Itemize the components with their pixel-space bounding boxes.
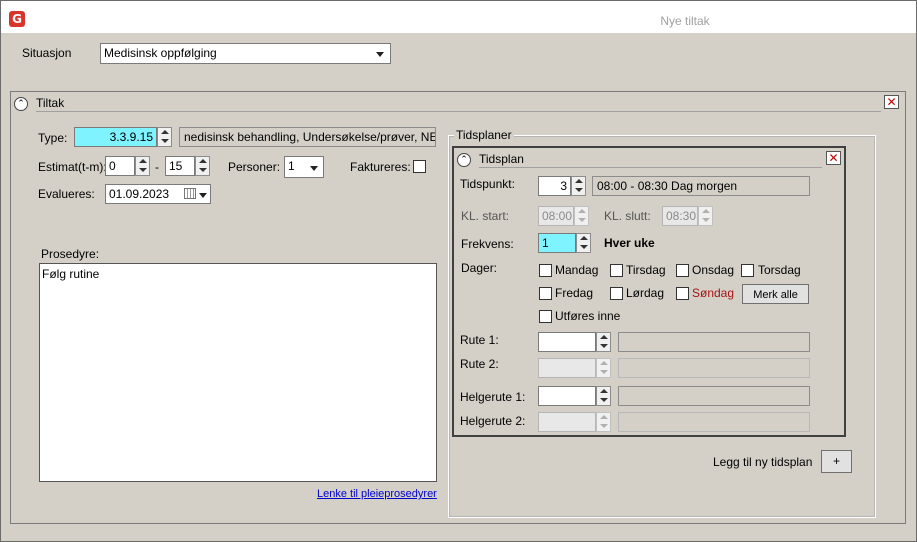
divider (36, 111, 881, 112)
frekvens-field[interactable]: 1 (538, 233, 576, 253)
type-description: nedisinsk behandling, Undersøkelse/prøve… (179, 127, 436, 147)
rute2-description (618, 358, 810, 378)
add-tidsplan-label: Legg til ny tidsplan (713, 455, 813, 469)
evalueres-label: Evalueres: (38, 187, 95, 201)
onsdag-checkbox[interactable] (676, 264, 689, 277)
helgerute2-field[interactable] (538, 412, 596, 432)
helgerute2-spinner[interactable] (596, 412, 611, 432)
prosedyre-text: Følg rutine (42, 267, 100, 281)
tidsplan-header: Tidsplan (479, 152, 524, 166)
kl-start-field[interactable]: 08:00 (538, 206, 574, 226)
merk-alle-button[interactable]: Merk alle (742, 284, 809, 304)
collapse-icon[interactable]: ⌃ (14, 97, 28, 111)
evalueres-value: 01.09.2023 (109, 187, 170, 201)
kl-start-spinner[interactable] (574, 206, 589, 226)
tidspunkt-field[interactable]: 3 (538, 176, 571, 196)
app-logo-icon: G (9, 11, 25, 27)
lordag-checkbox[interactable] (610, 287, 623, 300)
estimat-separator: - (155, 160, 159, 174)
situasjon-value: Medisinsk oppfølging (104, 46, 217, 60)
fredag-checkbox[interactable] (539, 287, 552, 300)
situasjon-label: Situasjon (22, 46, 72, 60)
personer-select[interactable]: 1 (284, 156, 324, 178)
personer-value: 1 (288, 159, 295, 173)
type-code-field[interactable]: 3.3.9.15 (74, 127, 157, 147)
add-tidsplan-button[interactable]: + (821, 450, 852, 473)
utfores-inne-label: Utføres inne (555, 309, 621, 323)
mandag-label: Mandag (555, 263, 599, 277)
helgerute2-description (618, 412, 810, 432)
lordag-label: Lørdag (626, 286, 665, 300)
faktureres-checkbox[interactable] (413, 160, 426, 173)
fredag-label: Fredag (555, 286, 594, 300)
frekvens-spinner[interactable] (576, 233, 591, 253)
helgerute1-label: Helgerute 1: (460, 390, 526, 404)
estimat-hours-spinner[interactable] (135, 156, 150, 176)
type-label: Type: (38, 131, 68, 145)
frekvens-label: Frekvens: (461, 237, 514, 251)
sondag-label: Søndag (692, 286, 735, 300)
tirsdag-label: Tirsdag (626, 263, 666, 277)
tidspunkt-label: Tidspunkt: (460, 177, 515, 191)
helgerute1-field[interactable] (538, 386, 596, 406)
situasjon-select[interactable]: Medisinsk oppfølging (100, 43, 391, 64)
tidspunkt-spinner[interactable] (571, 176, 586, 196)
faktureres-label: Faktureres: (350, 160, 411, 174)
estimat-hours-field[interactable]: 0 (105, 156, 135, 176)
helgerute1-description (618, 386, 810, 406)
collapse-icon[interactable]: ⌃ (457, 153, 471, 167)
prosedyre-label: Prosedyre: (41, 247, 100, 261)
window-title: Nye tiltak (660, 14, 710, 28)
rute2-label: Rute 2: (460, 357, 499, 371)
chevron-down-icon (376, 52, 384, 57)
rute1-field[interactable] (538, 332, 596, 352)
torsdag-checkbox[interactable] (741, 264, 754, 277)
calendar-icon[interactable] (184, 188, 196, 199)
rute2-field[interactable] (538, 358, 596, 378)
rute1-description (618, 332, 810, 352)
personer-label: Personer: (228, 160, 281, 174)
divider (479, 167, 822, 168)
torsdag-label: Torsdag (758, 263, 801, 277)
mandag-checkbox[interactable] (539, 264, 552, 277)
evalueres-date-picker[interactable]: 01.09.2023 (105, 184, 211, 204)
estimat-label: Estimat(t-m): (38, 160, 107, 174)
kl-slutt-label: KL. slutt: (604, 209, 651, 223)
tiltak-header: Tiltak (36, 96, 65, 110)
rute2-spinner[interactable] (596, 358, 611, 378)
kl-slutt-spinner[interactable] (698, 206, 713, 226)
rute1-spinner[interactable] (596, 332, 611, 352)
tidsplaner-label: Tidsplaner (454, 128, 514, 142)
helgerute1-spinner[interactable] (596, 386, 611, 406)
type-spinner[interactable] (157, 127, 172, 147)
utfores-inne-checkbox[interactable] (539, 310, 552, 323)
tirsdag-checkbox[interactable] (610, 264, 623, 277)
sondag-checkbox[interactable] (676, 287, 689, 300)
close-icon[interactable]: ✕ (884, 95, 899, 109)
pleieprosedyrer-link[interactable]: Lenke til pleieprosedyrer (317, 488, 437, 500)
tidspunkt-description: 08:00 - 08:30 Dag morgen (592, 176, 810, 196)
onsdag-label: Onsdag (692, 263, 735, 277)
dager-label: Dager: (461, 261, 498, 275)
kl-slutt-field[interactable]: 08:30 (662, 206, 698, 226)
chevron-down-icon (310, 166, 318, 171)
rute1-label: Rute 1: (460, 333, 499, 347)
frekvens-text: Hver uke (604, 236, 655, 250)
close-icon[interactable]: ✕ (826, 151, 841, 165)
chevron-down-icon[interactable] (199, 193, 207, 198)
estimat-minutes-spinner[interactable] (195, 156, 210, 176)
prosedyre-textarea[interactable]: Følg rutine (39, 263, 437, 482)
helgerute2-label: Helgerute 2: (460, 414, 526, 428)
kl-start-label: KL. start: (461, 209, 510, 223)
estimat-minutes-field[interactable]: 15 (165, 156, 195, 176)
